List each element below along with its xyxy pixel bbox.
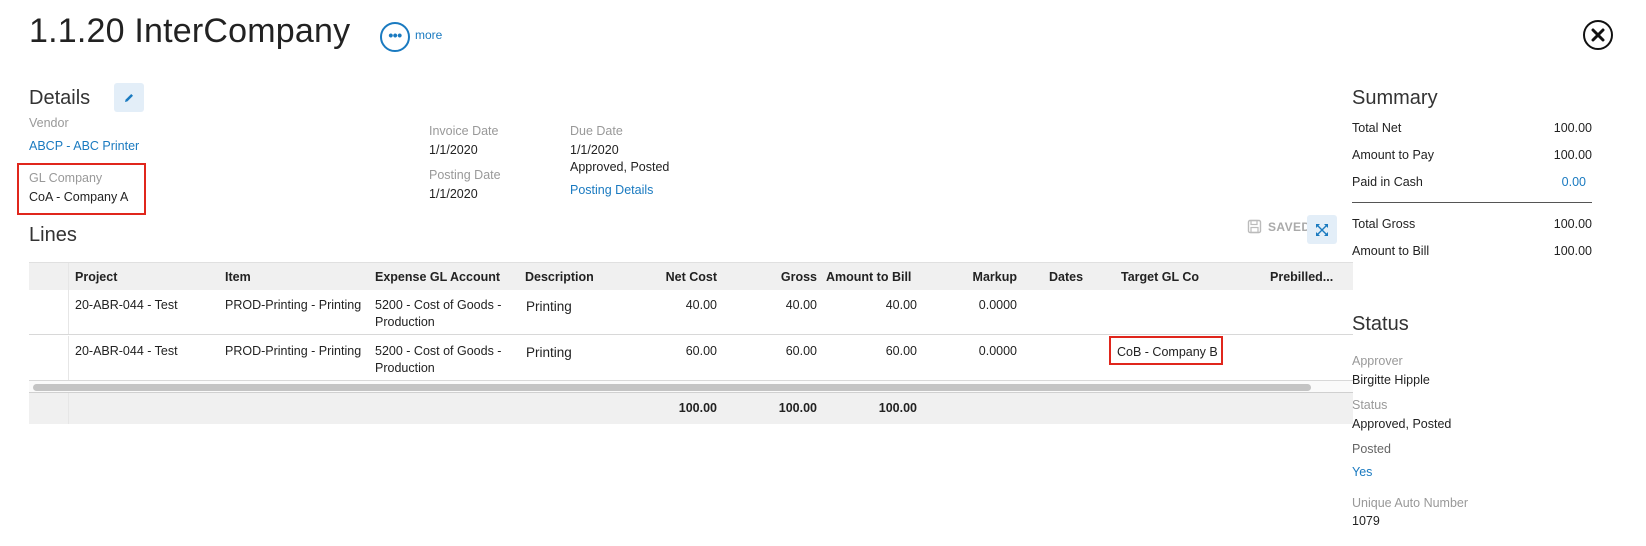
column-header-net-cost[interactable]: Net Cost: [629, 270, 717, 284]
gl-company-value: CoA - Company A: [29, 190, 129, 204]
cell-gross: 60.00: [785, 344, 817, 358]
totals-row-selector-cell: [29, 393, 69, 424]
close-icon: [1591, 28, 1605, 42]
column-header-markup[interactable]: Markup: [929, 270, 1017, 284]
amount-to-bill-label: Amount to Bill: [1352, 244, 1430, 258]
paid-in-cash-label: Paid in Cash: [1352, 175, 1423, 189]
page-title: 1.1.20 InterCompany: [29, 12, 351, 50]
paid-in-cash-link[interactable]: 0.00: [1562, 175, 1586, 189]
cell-markup: 0.0000: [978, 298, 1017, 312]
due-date-value: 1/1/2020: [570, 143, 619, 157]
total-net-value: 100.00: [1553, 121, 1592, 135]
summary-amount-to-pay: Amount to Pay 100.00: [1352, 148, 1592, 162]
lines-heading: Lines: [29, 224, 77, 246]
cell-amount-to-bill: 40.00: [885, 298, 917, 312]
column-header-item[interactable]: Item: [225, 270, 251, 284]
cell-project: 20-ABR-044 - Test: [75, 298, 178, 312]
column-header-expense-gl-account[interactable]: Expense GL Account: [375, 270, 500, 284]
summary-paid-in-cash: Paid in Cash 0.00: [1352, 175, 1592, 189]
total-net-label: Total Net: [1352, 121, 1402, 135]
cell-gross: 40.00: [785, 298, 817, 312]
status-heading: Status: [1352, 313, 1409, 335]
posted-value-link[interactable]: Yes: [1352, 465, 1372, 479]
summary-amount-to-bill: Amount to Bill 100.00: [1352, 244, 1592, 258]
pencil-icon: [125, 93, 133, 102]
details-heading: Details: [29, 87, 91, 109]
cell-expense-gl-line1: 5200 - Cost of Goods -: [375, 298, 502, 312]
cell-amount-to-bill: 60.00: [885, 344, 917, 358]
unique-auto-number-label: Unique Auto Number: [1352, 496, 1469, 510]
column-header-dates[interactable]: Dates: [1049, 270, 1083, 284]
summary-total-net: Total Net 100.00: [1352, 121, 1592, 135]
column-header-amount-to-bill[interactable]: Amount to Bill: [826, 270, 911, 284]
approval-status-text: Approved, Posted: [570, 160, 670, 174]
posted-label: Posted: [1352, 442, 1391, 456]
column-header-description[interactable]: Description: [525, 270, 594, 284]
total-net-cost: 100.00: [678, 401, 717, 415]
more-button[interactable]: •••: [380, 22, 410, 52]
table-header: Project Item Expense GL Account Descript…: [29, 262, 1353, 290]
expand-icon: [1316, 223, 1328, 236]
close-button[interactable]: [1583, 20, 1613, 50]
approver-label: Approver: [1352, 354, 1403, 368]
table-row[interactable]: 20-ABR-044 - Test PROD-Printing - Printi…: [29, 290, 1353, 335]
column-header-gross[interactable]: Gross: [729, 270, 817, 284]
posting-date-label: Posting Date: [429, 168, 501, 182]
column-header-project[interactable]: Project: [75, 270, 117, 284]
cell-description: Printing: [526, 345, 572, 360]
table-row[interactable]: 20-ABR-044 - Test PROD-Printing - Printi…: [29, 336, 1353, 381]
vendor-label: Vendor: [29, 116, 69, 130]
row-selector[interactable]: [29, 336, 69, 380]
cell-net-cost: 60.00: [685, 344, 717, 358]
expand-button[interactable]: [1307, 215, 1337, 244]
summary-total-gross: Total Gross 100.00: [1352, 217, 1592, 231]
select-all-cell[interactable]: [29, 263, 69, 290]
scrollbar-thumb[interactable]: [33, 384, 1311, 391]
more-icon: •••: [388, 27, 402, 43]
save-icon: [1247, 219, 1262, 234]
amount-to-bill-value: 100.00: [1553, 244, 1592, 258]
cell-project: 20-ABR-044 - Test: [75, 344, 178, 358]
cell-net-cost: 40.00: [685, 298, 717, 312]
total-amount-to-bill: 100.00: [878, 401, 917, 415]
total-gross: 100.00: [778, 401, 817, 415]
saved-indicator: SAVED: [1247, 219, 1310, 234]
row-selector[interactable]: [29, 290, 69, 334]
more-link[interactable]: more: [415, 28, 442, 42]
cell-expense-gl-line1: 5200 - Cost of Goods -: [375, 344, 502, 358]
invoice-date-label: Invoice Date: [429, 124, 499, 138]
cell-item: PROD-Printing - Printing: [225, 298, 362, 312]
cell-expense-gl-line2: Production: [375, 361, 435, 375]
cell-expense-gl-account: 5200 - Cost of Goods - Production: [375, 297, 501, 331]
column-header-target-gl-co[interactable]: Target GL Co: [1121, 270, 1199, 284]
cell-item: PROD-Printing - Printing: [225, 344, 362, 358]
cell-expense-gl-account: 5200 - Cost of Goods - Production: [375, 343, 501, 377]
status-value: Approved, Posted: [1352, 417, 1452, 431]
cell-target-gl-co: CoB - Company B: [1109, 336, 1223, 365]
amount-to-pay-label: Amount to Pay: [1352, 148, 1434, 162]
edit-details-button[interactable]: [114, 83, 144, 112]
vendor-link[interactable]: ABCP - ABC Printer: [29, 139, 139, 153]
total-gross-label: Total Gross: [1352, 217, 1416, 231]
posting-details-link[interactable]: Posting Details: [570, 183, 653, 197]
horizontal-scrollbar[interactable]: [29, 381, 1353, 393]
status-label: Status: [1352, 398, 1388, 412]
unique-auto-number-value: 1079: [1352, 514, 1380, 528]
posting-date-value: 1/1/2020: [429, 187, 478, 201]
saved-label: SAVED: [1268, 219, 1311, 234]
cell-expense-gl-line2: Production: [375, 315, 435, 329]
amount-to-pay-value: 100.00: [1553, 148, 1592, 162]
total-gross-value: 100.00: [1553, 217, 1592, 231]
cell-markup: 0.0000: [978, 344, 1017, 358]
cell-description: Printing: [526, 299, 572, 314]
invoice-date-value: 1/1/2020: [429, 143, 478, 157]
approver-value: Birgitte Hipple: [1352, 373, 1430, 387]
due-date-label: Due Date: [570, 124, 623, 138]
table-totals-row: 100.00 100.00 100.00: [29, 393, 1353, 424]
summary-heading: Summary: [1352, 87, 1438, 109]
gl-company-label: GL Company: [29, 171, 103, 185]
summary-divider: [1352, 202, 1592, 203]
column-header-prebilled[interactable]: Prebilled...: [1270, 270, 1333, 284]
